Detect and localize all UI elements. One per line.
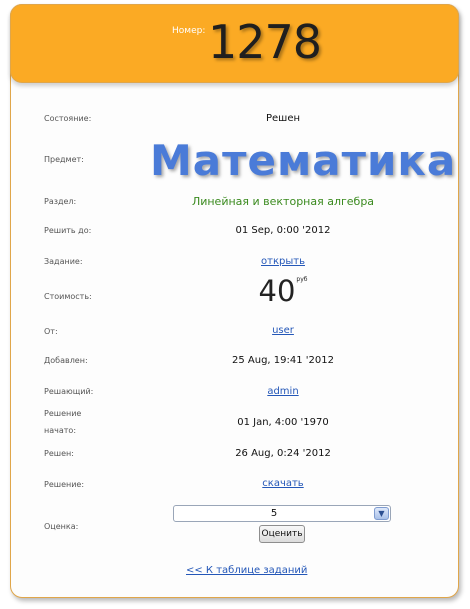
task-label: Задание: (44, 257, 83, 266)
started-label-line2: начато: (44, 426, 77, 435)
subject-label: Предмет: (44, 155, 84, 164)
task-number: 1278 (208, 15, 322, 69)
section-label: Раздел: (44, 197, 77, 206)
rating-selected-value: 5 (270, 508, 278, 519)
started-label-line1: Решение (44, 409, 82, 418)
cost-value-wrap: 40руб (170, 274, 396, 308)
from-user-link[interactable]: user (272, 325, 294, 336)
download-solution-link[interactable]: скачать (262, 478, 303, 489)
rating-select[interactable]: 5 ▼ (173, 505, 391, 522)
solution-link-wrap: скачать (170, 478, 396, 489)
back-to-tasks-link[interactable]: << К таблице заданий (186, 565, 307, 576)
chevron-down-icon[interactable]: ▼ (374, 507, 389, 520)
solved-value: 26 Aug, 0:24 '2012 (235, 448, 331, 459)
status-value: Решен (265, 113, 301, 124)
added-value: 25 Aug, 19:41 '2012 (232, 355, 334, 366)
status-label: Состояние: (44, 114, 92, 123)
from-label: От: (44, 327, 58, 336)
cost-value: 40 (258, 274, 296, 308)
task-header: Номер: 1278 (10, 4, 459, 83)
cost-currency: руб (296, 276, 308, 283)
rate-button[interactable]: Оценить (259, 525, 305, 543)
open-task-link[interactable]: открыть (261, 256, 305, 267)
solution-label: Решение: (44, 480, 85, 489)
started-value: 01 Jan, 4:00 '1970 (237, 417, 329, 428)
task-link-wrap: открыть (170, 256, 396, 267)
deadline-value: 01 Sep, 0:00 '2012 (235, 225, 331, 236)
rating-label: Оценка: (44, 522, 79, 531)
from-link-wrap: user (170, 325, 396, 336)
added-label: Добавлен: (44, 356, 88, 365)
section-value: Линейная и векторная алгебра (191, 195, 375, 208)
solved-label: Решен: (44, 449, 74, 458)
number-label: Номер: (172, 26, 206, 36)
subject-value: Математика (150, 136, 457, 185)
cost-label: Стоимость: (44, 292, 92, 301)
solver-label: Решающий: (44, 387, 94, 396)
solver-link-wrap: admin (170, 386, 396, 397)
deadline-label: Решить до: (44, 226, 92, 235)
solver-user-link[interactable]: admin (267, 386, 298, 397)
